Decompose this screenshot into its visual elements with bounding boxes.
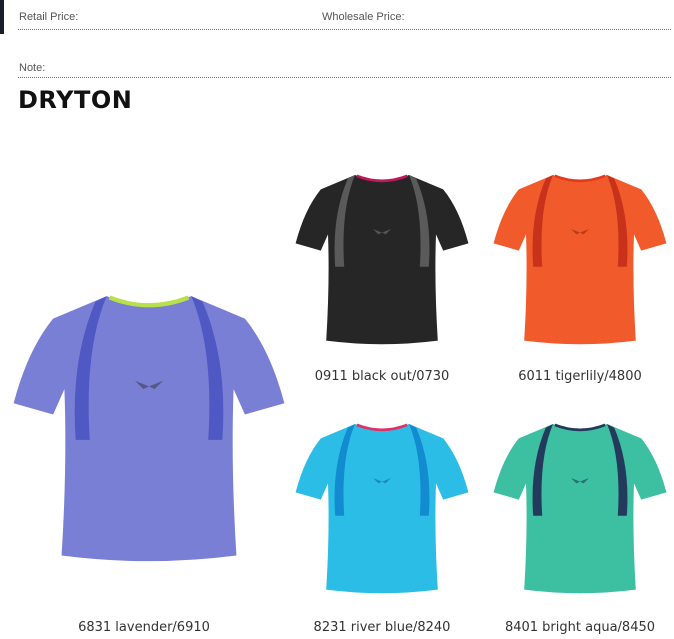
- note-label: Note:: [19, 62, 46, 74]
- tshirt-lavender-image: [13, 295, 285, 562]
- tshirt-tigerlily-image: [493, 174, 667, 345]
- caption-black-out: 0911 black out/0730: [314, 369, 450, 384]
- caption-lavender: 6831 lavender/6910: [78, 620, 210, 635]
- product-name: DRYTON: [18, 86, 133, 114]
- caption-bright-aqua: 8401 bright aqua/8450: [504, 620, 656, 635]
- tshirt-river-blue-image: [295, 423, 469, 594]
- tshirt-bright-aqua-image: [493, 423, 667, 594]
- caption-tigerlily: 6011 tigerlily/4800: [518, 369, 642, 384]
- note-underline: [18, 77, 671, 78]
- retail-price-label: Retail Price:: [19, 11, 79, 23]
- tshirt-black-out-image: [295, 174, 469, 345]
- price-underline: [18, 29, 671, 30]
- corner-accent-bar: [0, 0, 4, 34]
- wholesale-price-label: Wholesale Price:: [322, 11, 405, 23]
- caption-river-blue: 8231 river blue/8240: [313, 620, 451, 635]
